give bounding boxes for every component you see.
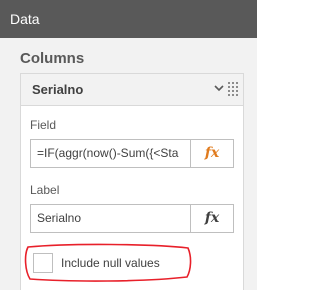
field-expression-input[interactable]: =IF(aggr(now()-Sum({<Sta	[30, 139, 191, 168]
column-card-title: Serialno	[32, 82, 84, 97]
panel-header[interactable]: Data	[0, 0, 257, 38]
column-card: Serialno Field =IF(aggr(now()-Sum({<Sta …	[20, 73, 244, 290]
label-label: Label	[30, 183, 60, 197]
properties-panel: Data Columns Serialno Field =IF(aggr(now…	[0, 0, 257, 290]
include-null-label[interactable]: Include null values	[61, 256, 160, 270]
chevron-down-icon[interactable]	[214, 83, 224, 93]
section-title-columns: Columns	[20, 50, 85, 67]
label-fx-button[interactable]: fx	[190, 204, 234, 233]
field-label: Field	[30, 118, 57, 132]
column-card-header[interactable]: Serialno	[21, 74, 243, 106]
field-fx-button[interactable]: fx	[190, 139, 234, 168]
drag-handle-icon[interactable]	[228, 82, 238, 96]
fx-icon: fx	[204, 145, 220, 161]
fx-icon: fx	[204, 210, 220, 226]
label-input[interactable]: Serialno	[30, 204, 191, 233]
panel-header-title: Data	[10, 11, 40, 27]
include-null-checkbox[interactable]	[33, 253, 53, 273]
